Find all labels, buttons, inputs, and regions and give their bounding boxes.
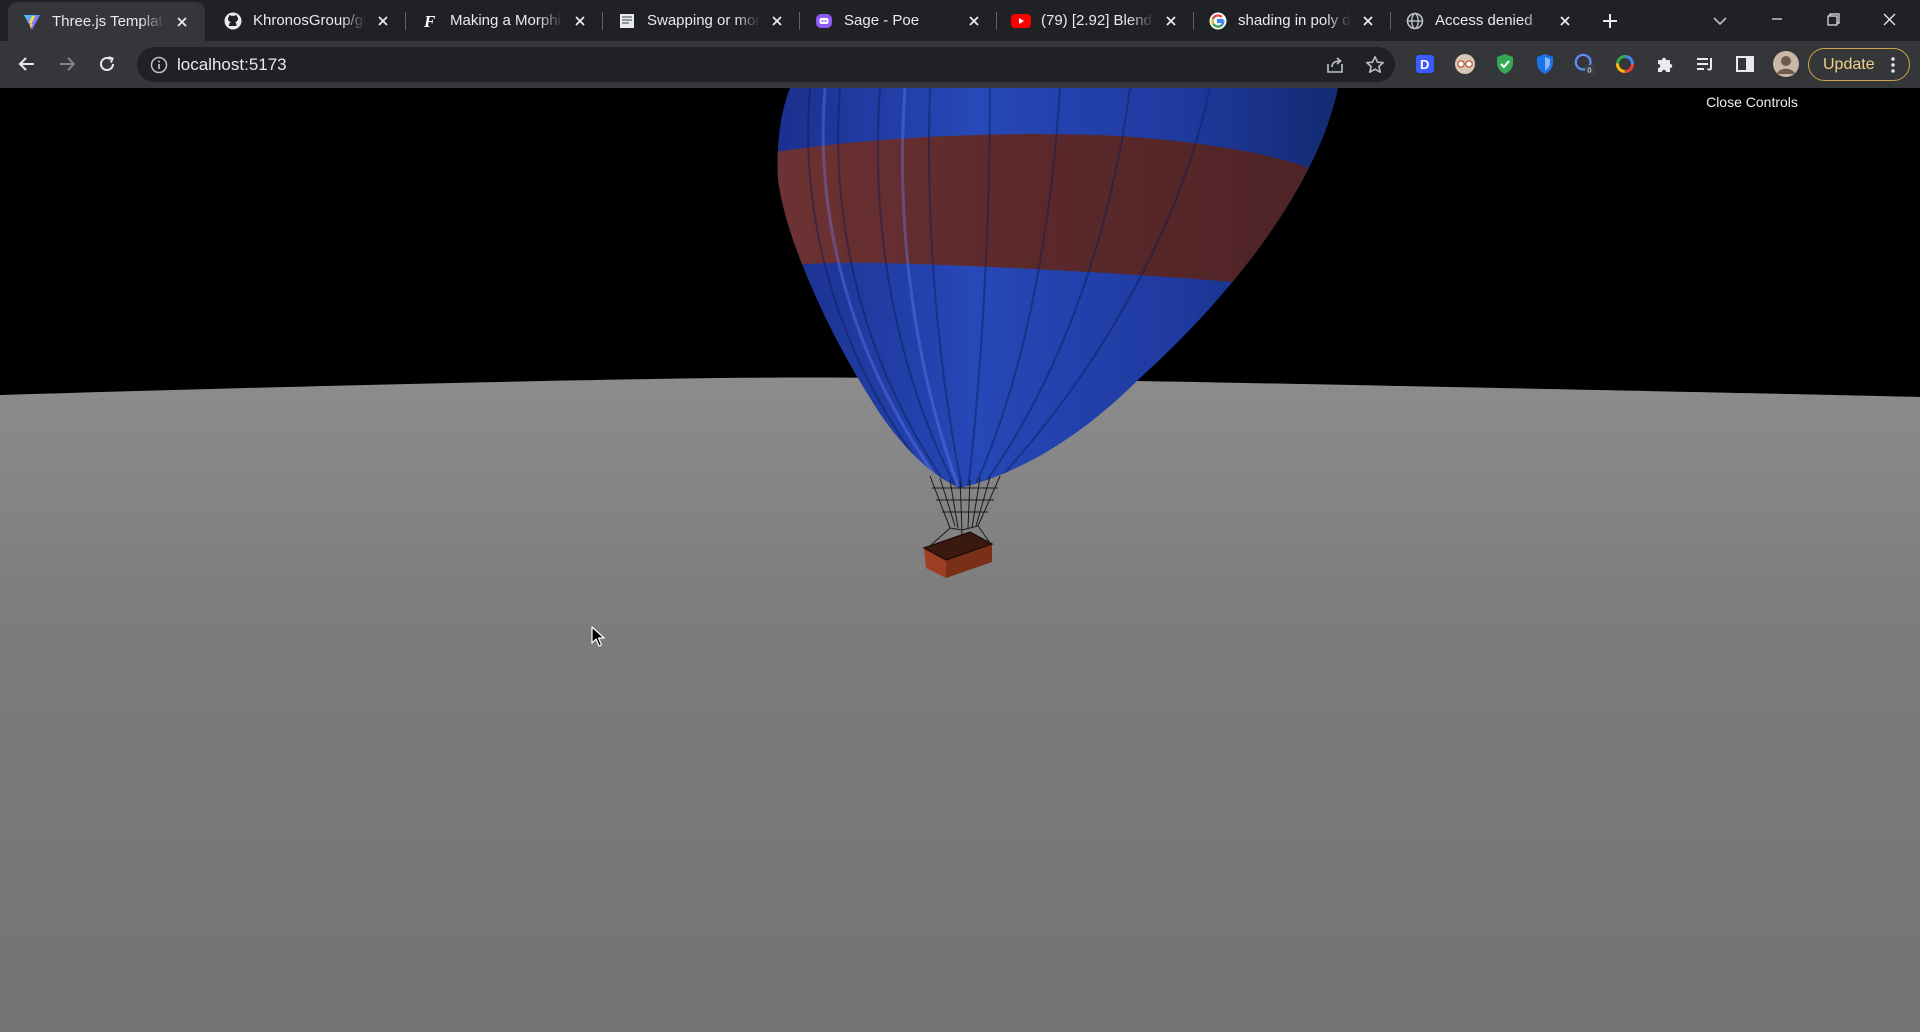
tab-title: shading in poly design	[1238, 12, 1351, 29]
forward-button[interactable]	[50, 47, 84, 81]
svg-text:F: F	[423, 12, 436, 30]
tab-title: Three.js Template	[52, 13, 165, 30]
extension-badge-count: 0	[1587, 65, 1591, 74]
share-icon[interactable]	[1323, 53, 1347, 77]
close-icon[interactable]	[766, 10, 788, 32]
new-tab-button[interactable]	[1596, 8, 1624, 34]
restore-button[interactable]	[1810, 0, 1856, 38]
back-button[interactable]	[10, 47, 44, 81]
tab-khronosgroup[interactable]: KhronosGroup/glTF	[209, 0, 406, 41]
extension-shield-blue-icon[interactable]	[1534, 53, 1556, 75]
extension-letter: D	[1420, 57, 1429, 72]
close-icon	[1883, 13, 1895, 25]
tab-access-denied[interactable]: Access denied	[1391, 0, 1588, 41]
tab-threejs-template[interactable]: Three.js Template	[8, 2, 205, 41]
arrow-left-icon	[18, 57, 34, 71]
update-label: Update	[1823, 55, 1875, 73]
close-window-button[interactable]	[1866, 0, 1912, 38]
avatar[interactable]	[1772, 50, 1800, 78]
minimize-icon	[1772, 18, 1782, 20]
more-vert-icon[interactable]	[1885, 55, 1901, 75]
minimize-button[interactable]	[1754, 0, 1800, 38]
document-icon	[617, 11, 637, 31]
mouse-cursor-icon	[591, 626, 605, 647]
tab-title: Sage - Poe	[844, 12, 920, 29]
vite-icon	[22, 12, 42, 32]
info-icon[interactable]	[149, 55, 169, 75]
close-icon[interactable]	[372, 10, 394, 32]
tab-title: Access denied	[1435, 12, 1533, 29]
chevron-down-icon	[1713, 17, 1727, 26]
close-icon[interactable]	[963, 10, 985, 32]
extension-shield-green-icon[interactable]	[1494, 53, 1516, 75]
threejs-canvas[interactable]: Close Controls	[0, 88, 1920, 1032]
scene-render	[0, 88, 1920, 1032]
tab-title: (79) [2.92] Blender	[1041, 12, 1154, 29]
f-logo-icon: F	[420, 11, 440, 31]
tab-youtube-blender[interactable]: (79) [2.92] Blender	[997, 0, 1194, 41]
address-bar[interactable]: localhost:5173	[137, 47, 1395, 82]
tab-title: Swapping or morphing	[647, 12, 760, 29]
reading-list-icon[interactable]	[1694, 53, 1716, 75]
tab-swapping-or-morphing[interactable]: Swapping or morphing	[603, 0, 800, 41]
reload-button[interactable]	[90, 47, 124, 81]
extension-glasses-icon[interactable]	[1454, 53, 1476, 75]
close-icon[interactable]	[171, 11, 193, 33]
puzzle-icon[interactable]	[1654, 53, 1676, 75]
google-icon	[1208, 11, 1228, 31]
close-icon[interactable]	[1357, 10, 1379, 32]
tab-shading-in-poly[interactable]: shading in poly design	[1194, 0, 1391, 41]
plus-icon	[1603, 14, 1617, 28]
extension-d-icon[interactable]: D	[1414, 53, 1436, 75]
tab-strip: Three.js Template KhronosGroup/glTF F Ma…	[0, 0, 1920, 41]
close-icon[interactable]	[569, 10, 591, 32]
tab-making-a-morphing[interactable]: F Making a Morphing	[406, 0, 603, 41]
globe-icon	[1405, 11, 1425, 31]
restore-icon	[1826, 12, 1840, 26]
poe-icon	[814, 11, 834, 31]
tab-search-button[interactable]	[1706, 8, 1734, 34]
close-icon[interactable]	[1554, 10, 1576, 32]
tab-title: KhronosGroup/glTF	[253, 12, 366, 29]
extension-badge-icon[interactable]: 0	[1574, 53, 1596, 75]
close-icon[interactable]	[1160, 10, 1182, 32]
close-controls-button[interactable]: Close Controls	[1701, 92, 1803, 112]
youtube-icon	[1011, 11, 1031, 31]
arrow-right-icon	[60, 57, 76, 71]
side-panel-icon[interactable]	[1734, 53, 1756, 75]
address-url[interactable]: localhost:5173	[177, 55, 287, 75]
update-button[interactable]: Update	[1808, 48, 1910, 81]
tab-title: Making a Morphing	[450, 12, 563, 29]
tab-sage-poe[interactable]: Sage - Poe	[800, 0, 997, 41]
extension-color-ring-icon[interactable]	[1614, 53, 1636, 75]
github-icon	[223, 11, 243, 31]
bookmark-star-icon[interactable]	[1363, 53, 1387, 77]
browser-toolbar: localhost:5173 D 0 Update	[0, 41, 1920, 88]
reload-icon	[100, 56, 114, 71]
